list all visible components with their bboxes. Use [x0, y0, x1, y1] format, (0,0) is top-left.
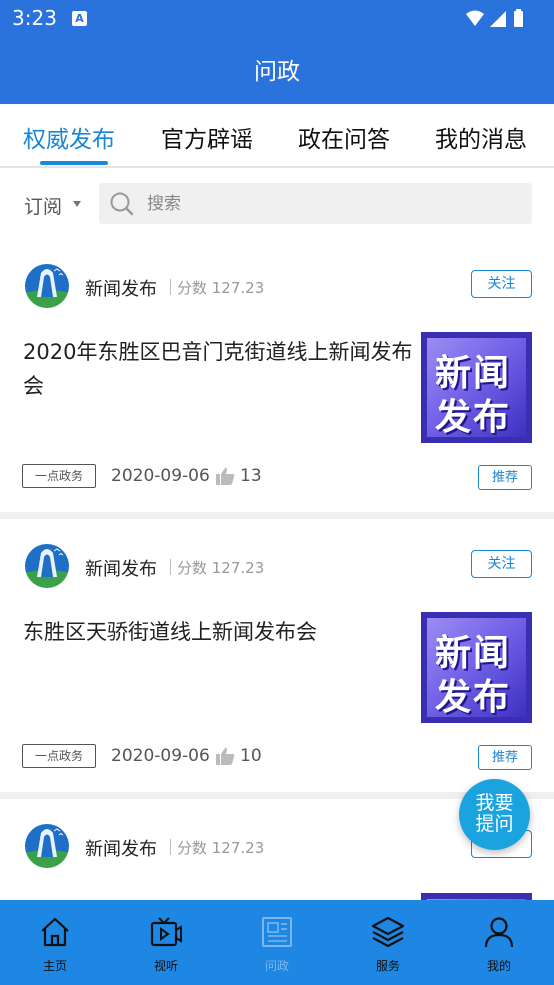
source-score: 分数 127.23	[170, 837, 264, 858]
source-name: 新闻发布	[85, 559, 157, 580]
status-bar: 3:23 A	[0, 0, 554, 38]
news-thumbnail[interactable]: 新闻 发布	[421, 332, 532, 443]
category-tag: 一点政务	[22, 464, 96, 488]
nav-item-media[interactable]: 视听	[111, 900, 221, 985]
recommend-badge: 推荐	[478, 465, 532, 490]
publish-date: 2020-09-06	[111, 746, 210, 766]
source-name: 新闻发布	[85, 839, 157, 860]
source-logo-icon[interactable]	[24, 263, 70, 309]
thumbs-up-icon[interactable]	[216, 747, 236, 765]
news-thumbnail[interactable]: 新闻 发布	[421, 612, 532, 723]
news-card[interactable]: 新闻发布 分数 127.23 关注 东胜区天骄街道线上新闻发布会 新闻 发布 一…	[0, 520, 554, 792]
tab-official-rumor-refute[interactable]: 官方辟谣	[161, 120, 253, 154]
document-icon	[262, 917, 292, 947]
nav-label: 服务	[375, 959, 400, 973]
nav-item-profile[interactable]: 我的	[444, 900, 554, 985]
person-icon	[484, 917, 514, 948]
wifi-icon	[466, 10, 484, 26]
app-bar: 问政	[0, 38, 554, 104]
category-tabs: 权威发布 官方辟谣 政在问答 我的消息	[0, 104, 554, 168]
system-icons	[464, 8, 544, 34]
source-name: 新闻发布	[85, 279, 157, 300]
home-icon	[41, 917, 69, 947]
search-input[interactable]	[147, 183, 517, 224]
caret-down-icon[interactable]	[73, 201, 81, 207]
search-icon	[110, 192, 134, 216]
like-count: 10	[240, 746, 262, 766]
tab-politics-qa[interactable]: 政在问答	[298, 120, 390, 154]
source-score: 分数 127.23	[170, 557, 264, 578]
nav-label: 问政	[264, 959, 289, 973]
card-divider	[0, 512, 554, 519]
nav-item-services[interactable]: 服务	[333, 900, 443, 985]
recommend-badge: 推荐	[478, 745, 532, 770]
like-count: 13	[240, 466, 262, 486]
nav-label: 我的	[486, 959, 511, 973]
news-thumbnail[interactable]	[421, 893, 532, 900]
follow-button[interactable]: 关注	[471, 270, 532, 298]
news-headline[interactable]: 东胜区天骄街道线上新闻发布会	[23, 615, 413, 649]
category-tag: 一点政务	[22, 744, 96, 768]
news-card[interactable]: 新闻发布 分数 127.23 关注 2020年东胜区巴音门克街道线上新闻发布会 …	[0, 240, 554, 512]
nav-label: 主页	[42, 959, 67, 973]
source-score: 分数 127.23	[170, 277, 264, 298]
status-time: 3:23	[12, 6, 57, 30]
thumbs-up-icon[interactable]	[216, 467, 236, 485]
nav-item-home[interactable]: 主页	[0, 900, 110, 985]
tab-authority-release[interactable]: 权威发布	[23, 120, 115, 154]
source-logo-icon[interactable]	[24, 543, 70, 589]
filter-bar: 订阅	[0, 168, 554, 240]
signal-icon	[490, 11, 506, 27]
source-logo-icon[interactable]	[24, 823, 70, 869]
tv-icon	[150, 917, 182, 947]
nav-label: 视听	[153, 959, 178, 973]
notification-app-icon: A	[72, 11, 87, 26]
nav-item-politics[interactable]: 问政	[222, 900, 332, 985]
news-headline[interactable]: 2020年东胜区巴音门克街道线上新闻发布会	[23, 335, 413, 403]
search-box[interactable]	[99, 183, 532, 224]
layers-icon	[371, 916, 405, 948]
publish-date: 2020-09-06	[111, 466, 210, 486]
follow-button[interactable]: 关注	[471, 550, 532, 578]
subscribe-dropdown[interactable]: 订阅	[24, 192, 62, 219]
page-title: 问政	[254, 59, 300, 85]
battery-icon	[514, 11, 523, 27]
tab-my-messages[interactable]: 我的消息	[435, 120, 527, 154]
bottom-nav: 主页 视听 问政 服务 我的	[0, 900, 554, 985]
active-tab-indicator	[40, 161, 108, 165]
ask-question-button[interactable]: 我要 提问	[459, 779, 530, 850]
